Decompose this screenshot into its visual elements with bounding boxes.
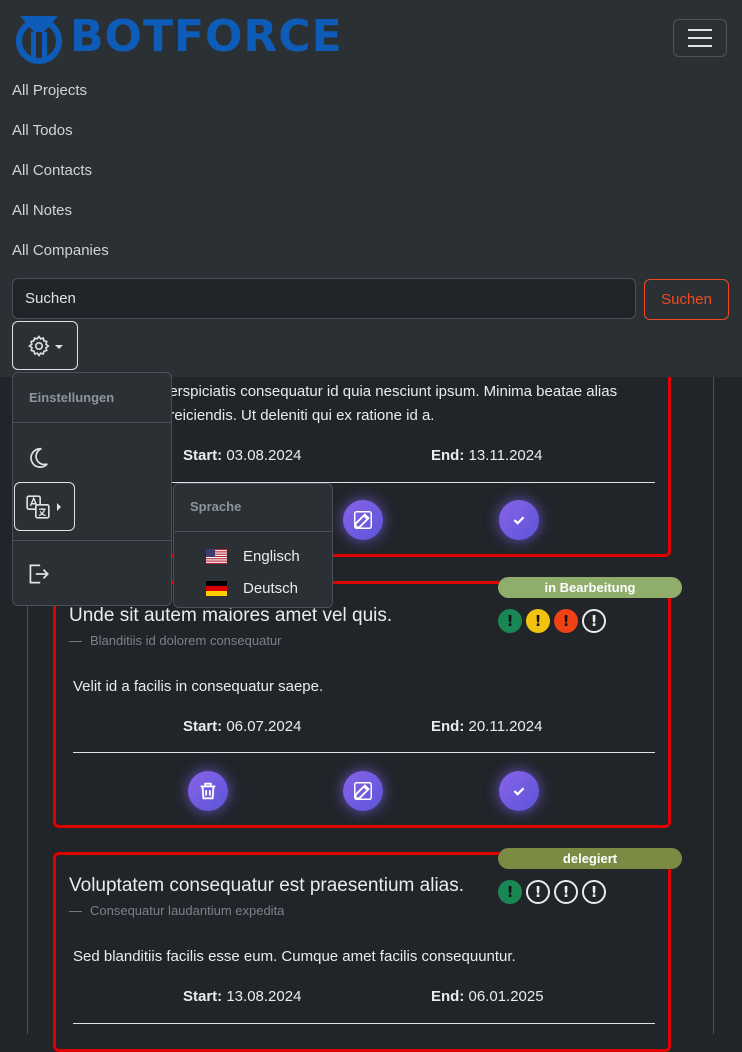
status-badge: in Bearbeitung bbox=[498, 577, 682, 598]
priority-indicators: ! ! ! ! bbox=[498, 880, 606, 904]
dark-mode-toggle[interactable] bbox=[25, 445, 51, 471]
edit-button[interactable] bbox=[343, 500, 383, 540]
card-divider bbox=[73, 752, 655, 753]
priority-empty-icon: ! bbox=[582, 880, 606, 904]
card-title: Voluptatem consequatur est praesentium a… bbox=[69, 875, 465, 896]
dropdown-divider bbox=[174, 531, 332, 532]
card-title: Unde sit autem maiores amet vel quis. bbox=[69, 605, 393, 626]
chevron-down-icon bbox=[55, 344, 63, 349]
logout-icon bbox=[29, 564, 49, 584]
brand-name: BOTFORCE bbox=[70, 11, 343, 62]
edit-icon bbox=[354, 782, 372, 800]
card-description: perspiciatis consequatur id quia nesciun… bbox=[161, 383, 618, 400]
priority-low-icon: ! bbox=[498, 609, 522, 633]
card-description: Sed blanditiis facilis esse eum. Cumque … bbox=[73, 948, 516, 965]
language-submenu: Sprache Englisch Deutsch bbox=[173, 483, 333, 608]
language-option-english[interactable]: Englisch bbox=[206, 548, 300, 565]
card-end-date: End: 13.11.2024 bbox=[431, 447, 543, 464]
priority-indicators: ! ! ! ! bbox=[498, 609, 606, 633]
gear-icon bbox=[28, 334, 50, 357]
priority-medium-icon: ! bbox=[526, 609, 550, 633]
moon-icon bbox=[30, 447, 48, 469]
dropdown-divider bbox=[13, 540, 171, 541]
search-input[interactable] bbox=[12, 278, 636, 319]
priority-empty-icon: ! bbox=[554, 880, 578, 904]
edit-icon bbox=[354, 511, 372, 529]
priority-empty-icon: ! bbox=[582, 609, 606, 633]
language-option-deutsch[interactable]: Deutsch bbox=[206, 580, 298, 597]
complete-button[interactable] bbox=[499, 771, 539, 811]
card-start-date: Start: 06.07.2024 bbox=[183, 718, 302, 735]
us-flag-icon bbox=[206, 549, 227, 564]
logout-button[interactable] bbox=[25, 561, 51, 587]
card-divider bbox=[73, 1023, 655, 1024]
card-subtitle: — Blanditiis id dolorem consequatur bbox=[69, 633, 282, 648]
language-option-label: Deutsch bbox=[243, 580, 299, 597]
card-end-date: End: 06.01.2025 bbox=[431, 988, 544, 1005]
nav-link-all-notes[interactable]: All Notes bbox=[12, 202, 72, 219]
check-icon bbox=[513, 516, 525, 525]
language-submenu-toggle[interactable] bbox=[14, 482, 75, 531]
settings-menu-header: Einstellungen bbox=[29, 390, 115, 405]
card-start-date: Start: 13.08.2024 bbox=[183, 988, 302, 1005]
priority-empty-icon: ! bbox=[526, 880, 550, 904]
brand-logo[interactable]: BOTFORCE bbox=[10, 8, 343, 66]
card-description-line2: t reiciendis. Ut deleniti qui ex ratione… bbox=[161, 407, 435, 424]
edit-button[interactable] bbox=[343, 771, 383, 811]
trash-icon bbox=[200, 782, 216, 800]
card-end-date: End: 20.11.2024 bbox=[431, 718, 543, 735]
content-border-right bbox=[713, 377, 714, 1034]
language-menu-header: Sprache bbox=[190, 499, 242, 514]
card-description: Velit id a facilis in consequatur saepe. bbox=[73, 678, 324, 695]
status-badge: delegiert bbox=[498, 848, 682, 869]
search-button[interactable]: Suchen bbox=[644, 279, 729, 320]
hamburger-icon bbox=[688, 29, 712, 47]
priority-high-icon: ! bbox=[554, 609, 578, 633]
language-option-label: Englisch bbox=[243, 548, 300, 565]
nav-link-all-companies[interactable]: All Companies bbox=[12, 242, 109, 259]
translate-icon bbox=[26, 494, 50, 519]
navbar: BOTFORCE All Projects All Todos All Cont… bbox=[0, 0, 742, 377]
settings-dropdown-button[interactable] bbox=[12, 321, 78, 370]
nav-link-all-contacts[interactable]: All Contacts bbox=[12, 162, 92, 179]
nav-link-all-projects[interactable]: All Projects bbox=[12, 82, 87, 99]
check-icon bbox=[513, 787, 525, 796]
settings-dropdown-menu: Einstellungen bbox=[12, 372, 172, 606]
priority-low-icon: ! bbox=[498, 880, 522, 904]
brand-emblem-icon bbox=[16, 16, 62, 64]
dropdown-divider bbox=[13, 422, 171, 423]
delete-button[interactable] bbox=[188, 771, 228, 811]
navbar-toggler-button[interactable] bbox=[673, 19, 727, 57]
complete-button[interactable] bbox=[499, 500, 539, 540]
card-subtitle: — Consequatur laudantium expedita bbox=[69, 903, 285, 918]
nav-link-all-todos[interactable]: All Todos bbox=[12, 122, 73, 139]
card-start-date: Start: 03.08.2024 bbox=[183, 447, 302, 464]
chevron-right-icon bbox=[57, 502, 61, 511]
de-flag-icon bbox=[206, 581, 227, 596]
